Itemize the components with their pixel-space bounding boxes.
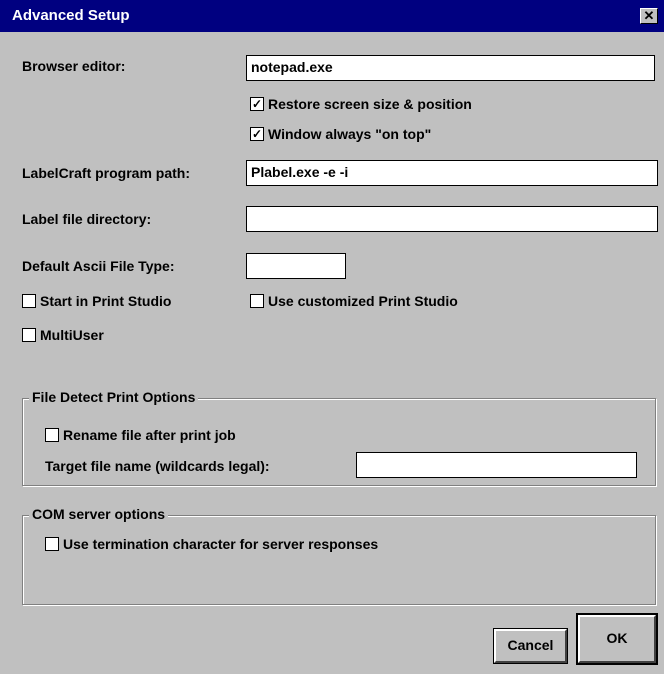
browser-editor-label: Browser editor: — [22, 58, 126, 74]
cancel-button[interactable]: Cancel — [493, 628, 568, 664]
advanced-setup-dialog: Advanced Setup ✕ Browser editor: notepad… — [0, 0, 664, 674]
custom-print-studio-label: Use customized Print Studio — [268, 293, 458, 309]
always-on-top-check-icon[interactable]: ✓ — [250, 127, 264, 141]
ascii-file-type-label: Default Ascii File Type: — [22, 258, 175, 274]
custom-print-studio-checkbox[interactable]: Use customized Print Studio — [250, 293, 458, 309]
target-file-label: Target file name (wildcards legal): — [45, 458, 270, 474]
use-termination-box[interactable] — [45, 537, 59, 551]
start-print-studio-checkbox[interactable]: Start in Print Studio — [22, 293, 171, 309]
custom-print-studio-box[interactable] — [250, 294, 264, 308]
file-detect-legend: File Detect Print Options — [29, 389, 199, 405]
multiuser-label: MultiUser — [40, 327, 104, 343]
multiuser-checkbox[interactable]: MultiUser — [22, 327, 104, 343]
labelcraft-path-input[interactable]: Plabel.exe -e -i — [246, 160, 658, 186]
close-button[interactable]: ✕ — [640, 8, 658, 24]
browser-editor-input[interactable]: notepad.exe — [246, 55, 655, 81]
close-icon: ✕ — [643, 8, 655, 23]
rename-after-print-box[interactable] — [45, 428, 59, 442]
label-file-dir-label: Label file directory: — [22, 211, 152, 227]
multiuser-box[interactable] — [22, 328, 36, 342]
target-file-input[interactable] — [356, 452, 637, 478]
ascii-file-type-input[interactable] — [246, 253, 346, 279]
restore-screen-label: Restore screen size & position — [268, 96, 472, 112]
always-on-top-label: Window always "on top" — [268, 126, 432, 142]
rename-after-print-label: Rename file after print job — [63, 427, 236, 443]
com-server-group — [22, 515, 656, 605]
title-bar[interactable]: Advanced Setup ✕ — [0, 0, 664, 32]
restore-screen-check-icon[interactable]: ✓ — [250, 97, 264, 111]
use-termination-checkbox[interactable]: Use termination character for server res… — [45, 536, 378, 552]
window-title: Advanced Setup — [12, 7, 130, 24]
use-termination-label: Use termination character for server res… — [63, 536, 379, 552]
start-print-studio-box[interactable] — [22, 294, 36, 308]
labelcraft-path-label: LabelCraft program path: — [22, 165, 191, 181]
rename-after-print-checkbox[interactable]: Rename file after print job — [45, 427, 236, 443]
restore-screen-checkbox[interactable]: ✓ Restore screen size & position — [250, 96, 472, 112]
start-print-studio-label: Start in Print Studio — [40, 293, 172, 309]
ok-button[interactable]: OK — [576, 613, 658, 665]
label-file-dir-input[interactable] — [246, 206, 658, 232]
com-server-legend: COM server options — [29, 506, 169, 522]
always-on-top-checkbox[interactable]: ✓ Window always "on top" — [250, 126, 431, 142]
